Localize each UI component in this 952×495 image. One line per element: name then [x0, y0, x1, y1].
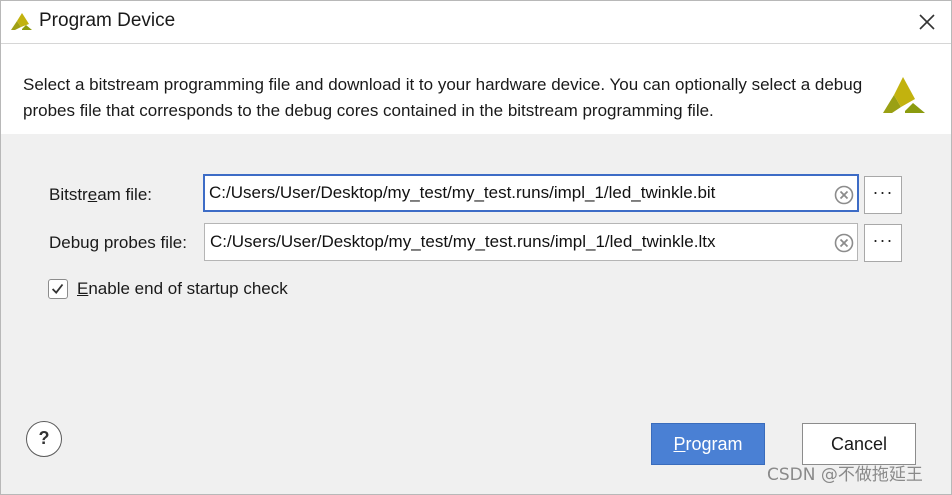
bitstream-file-label: Bitstream file:: [49, 185, 152, 204]
bitstream-browse-button[interactable]: ···: [864, 176, 902, 214]
checkmark-icon: [51, 283, 64, 294]
clear-icon[interactable]: [834, 185, 854, 205]
program-device-dialog: Program Device Select a bitstream progra…: [0, 0, 952, 495]
program-button[interactable]: Program: [651, 423, 765, 465]
cancel-button[interactable]: Cancel: [802, 423, 916, 465]
clear-icon[interactable]: [834, 233, 854, 253]
window-title: Program Device: [39, 10, 176, 31]
startup-check-checkbox[interactable]: [48, 279, 68, 299]
help-button[interactable]: ?: [26, 421, 62, 457]
startup-check-label[interactable]: Enable end of startup check: [77, 278, 288, 300]
description-text: Select a bitstream programming file and …: [23, 75, 863, 120]
bitstream-file-input[interactable]: C:/Users/User/Desktop/my_test/my_test.ru…: [203, 174, 859, 212]
debug-probes-file-value: C:/Users/User/Desktop/my_test/my_test.ru…: [210, 232, 716, 251]
watermark-text: CSDN @不做拖延王: [767, 465, 923, 485]
debug-probes-file-label: Debug probes file:: [49, 233, 187, 252]
xilinx-logo-icon: [11, 13, 32, 30]
debug-probes-file-input[interactable]: C:/Users/User/Desktop/my_test/my_test.ru…: [204, 223, 858, 261]
title-bar: Program Device: [1, 1, 951, 44]
xilinx-logo-icon: [883, 77, 925, 113]
bitstream-file-value: C:/Users/User/Desktop/my_test/my_test.ru…: [209, 183, 716, 202]
close-icon[interactable]: [913, 8, 941, 36]
debug-probes-browse-button[interactable]: ···: [864, 224, 902, 262]
